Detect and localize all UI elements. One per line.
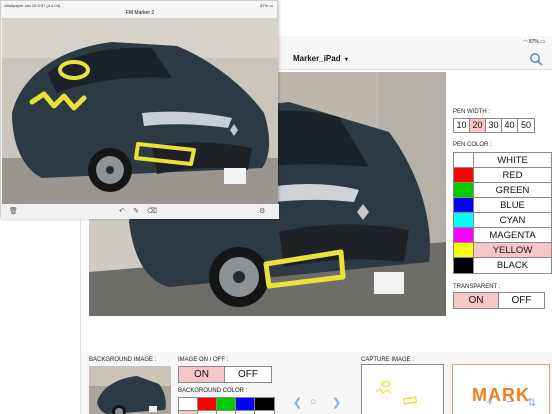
minus-icon[interactable]: − <box>506 394 514 409</box>
background-image-label: BACKGROUND IMAGE : <box>89 357 157 363</box>
pen-color-label-green: GREEN <box>474 183 551 197</box>
transparent-toggle: ON OFF <box>453 292 545 309</box>
wifi-icon: ◠ <box>523 39 528 45</box>
pen-width-10[interactable]: 10 <box>454 119 470 132</box>
pen-color-yellow[interactable]: YELLOW <box>454 243 551 258</box>
pen-color-label-white: WHITE <box>474 153 551 167</box>
settings-icon[interactable]: ⚙ <box>259 207 265 215</box>
transparent-on-button[interactable]: ON <box>454 293 499 308</box>
back-icon[interactable]: ❮ <box>293 396 302 409</box>
search-icon[interactable] <box>529 52 543 66</box>
front-window-title: FM Marker 2 <box>125 10 155 16</box>
front-bottom-toolbar: 🗑 ↶ ✎ ⌫ ⚙ <box>1 204 279 219</box>
pen-color-label-red: RED <box>474 168 551 182</box>
pen-color-selector: WHITE RED GREEN BLUE CYAN MAGENTA YELLOW… <box>453 152 552 274</box>
pen-color-label-blue: BLUE <box>474 198 551 212</box>
car-photo-front <box>2 18 278 204</box>
pen-color-label-cyan: CYAN <box>474 213 551 227</box>
chevron-down-icon: ▾ <box>344 57 348 63</box>
pen-color-label-yellow: YELLOW <box>474 243 551 257</box>
undo-icon[interactable]: ↶ <box>119 207 125 215</box>
image-off-button[interactable]: OFF <box>225 367 271 382</box>
pen-width-50[interactable]: 50 <box>518 119 534 132</box>
pen-width-label: PEN WIDTH : <box>453 109 490 115</box>
transparent-off-button[interactable]: OFF <box>499 293 544 308</box>
color-swatch <box>454 168 474 182</box>
front-status-right: 87% ▭ <box>260 3 273 8</box>
pen-color-magenta[interactable]: MAGENTA <box>454 228 551 243</box>
battery-percent: 87% <box>260 3 269 8</box>
trash-icon[interactable]: 🗑 <box>9 207 18 215</box>
pen-color-red[interactable]: RED <box>454 168 551 183</box>
color-swatch <box>454 183 474 197</box>
fm-marker-2-window: •Wallpaper Jan 19 3:57 (4.4.03) 87% ▭ FM… <box>0 0 279 219</box>
battery-icon: ▭ <box>269 3 273 8</box>
image-on-off-toggle: ON OFF <box>178 366 272 383</box>
color-swatch <box>454 243 474 257</box>
color-swatch <box>454 198 474 212</box>
battery-percent: 87% <box>528 39 539 45</box>
pen-width-30[interactable]: 30 <box>486 119 502 132</box>
plus-icon[interactable]: + <box>486 394 494 409</box>
forward-icon[interactable]: ❯ <box>332 396 341 409</box>
circle-icon[interactable]: ○ <box>310 396 317 408</box>
front-drawing-canvas[interactable] <box>2 18 278 204</box>
color-swatch <box>454 228 474 242</box>
pen-color-label-magenta: MAGENTA <box>474 228 551 242</box>
color-swatch <box>454 258 474 273</box>
swap-icon[interactable]: ⇅ <box>527 396 536 409</box>
back-bottom-toolbar: ❮ ○ ❯ + − ⇅ <box>81 392 552 414</box>
front-status-left: •Wallpaper Jan 19 3:57 (4.4.03) <box>4 3 61 8</box>
pen-color-cyan[interactable]: CYAN <box>454 213 551 228</box>
pen-width-40[interactable]: 40 <box>502 119 518 132</box>
pen-width-20[interactable]: 20 <box>470 119 486 132</box>
pen-width-selector: 10 20 30 40 50 <box>453 118 535 133</box>
pen-color-green[interactable]: GREEN <box>454 183 551 198</box>
pen-color-blue[interactable]: BLUE <box>454 198 551 213</box>
capture-image-label: CAPTURE IMAGE : <box>361 357 415 363</box>
battery-icon: ▭ <box>540 39 545 45</box>
app-title: Marker_iPad <box>293 54 341 63</box>
eraser-icon[interactable]: ⌫ <box>147 207 157 215</box>
pen-color-label-black: BLACK <box>474 258 551 273</box>
image-on-off-label: IMAGE ON / OFF : <box>178 357 229 363</box>
screen: ◠ 87% ▭ Marker_iPad ▾ PEN WIDTH: 10 20 … <box>0 0 552 414</box>
pen-color-white[interactable]: WHITE <box>454 153 551 168</box>
pen-color-black[interactable]: BLACK <box>454 258 551 273</box>
color-swatch <box>454 153 474 167</box>
pen-color-label: PEN COLOR : <box>453 142 492 148</box>
transparent-label: TRANSPARENT : <box>453 284 501 290</box>
image-on-button[interactable]: ON <box>179 367 225 382</box>
pen-icon[interactable]: ✎ <box>133 207 139 215</box>
app-title-menu[interactable]: Marker_iPad ▾ <box>293 54 348 63</box>
color-swatch <box>454 213 474 227</box>
